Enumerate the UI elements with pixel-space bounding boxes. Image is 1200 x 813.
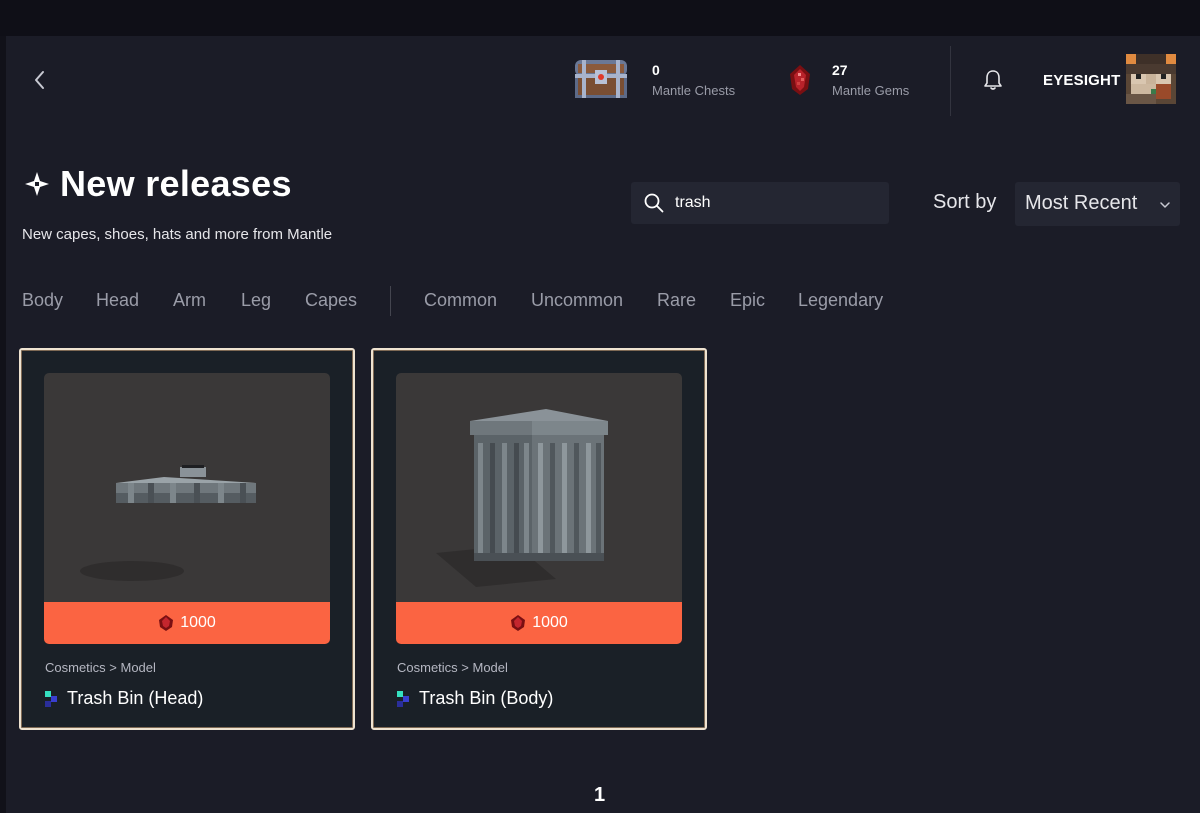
chests-label: Mantle Chests [652,83,736,98]
sort-dropdown[interactable]: Most Recent [1015,182,1180,226]
filter-capes[interactable]: Capes [305,290,357,311]
gem-icon [790,65,810,95]
filter-divider [390,286,391,316]
page-title: New releases [60,163,292,204]
trash-bin-head-model [80,465,256,581]
bell-icon [984,70,1002,90]
price-value: 1000 [532,614,568,631]
header-divider [950,46,951,116]
chests-count: 0 [652,62,660,78]
search-icon [644,193,664,213]
gems-stat[interactable]: 27 Mantle Gems [788,36,928,124]
window-top-strip [0,0,1200,36]
chevron-down-icon [1160,202,1170,208]
item-title-row: Trash Bin (Body) [397,688,553,709]
price-value: 1000 [180,614,216,631]
item-preview [44,373,330,603]
item-card[interactable]: 1000 Cosmetics > Model Trash Bin (Body) [371,348,707,730]
filter-leg[interactable]: Leg [241,290,271,311]
item-category: Cosmetics > Model [45,660,156,675]
search-input[interactable] [675,190,875,216]
chevron-left-icon [35,71,44,89]
filter-rare[interactable]: Rare [657,290,696,311]
filter-common[interactable]: Common [424,290,497,311]
gem-icon [159,615,174,631]
filter-head[interactable]: Head [96,290,139,311]
filter-uncommon[interactable]: Uncommon [531,290,623,311]
filter-arm[interactable]: Arm [173,290,206,311]
gems-count: 27 [832,62,848,78]
section-header: New releases [22,163,292,204]
rarity-icon [45,690,57,707]
filter-epic[interactable]: Epic [730,290,765,311]
sort-label: Sort by [933,191,997,213]
chest-icon [575,60,627,98]
item-preview [396,373,682,603]
search-box[interactable] [631,182,889,224]
chests-stat[interactable]: 0 Mantle Chests [572,36,742,124]
item-title-row: Trash Bin (Head) [45,688,203,709]
gems-label: Mantle Gems [832,83,910,98]
price-button[interactable]: 1000 [396,602,682,644]
page-subtitle: New capes, shoes, hats and more from Man… [22,226,333,243]
trash-bin-body-model [436,409,608,587]
filter-body[interactable]: Body [22,290,63,311]
item-category: Cosmetics > Model [397,660,508,675]
notifications-button[interactable] [982,68,1004,92]
sparkle-icon [25,172,49,196]
header-bar: 0 Mantle Chests 27 Mantle Gems EYESIGHT [6,36,1200,124]
gem-icon [511,615,526,631]
rarity-icon [397,690,409,707]
username[interactable]: EYESIGHT [1043,72,1120,89]
item-name: Trash Bin (Head) [67,688,204,708]
avatar[interactable] [1126,54,1176,104]
item-card[interactable]: 1000 Cosmetics > Model Trash Bin (Head) [19,348,355,730]
sort-selected-value: Most Recent [1025,192,1138,214]
price-button[interactable]: 1000 [44,602,330,644]
back-button[interactable] [28,66,52,94]
main-content: New releases New capes, shoes, hats and … [6,124,1200,813]
pagination-page-current[interactable]: 1 [594,784,605,807]
item-name: Trash Bin (Body) [419,688,554,708]
filter-legendary[interactable]: Legendary [798,290,883,311]
